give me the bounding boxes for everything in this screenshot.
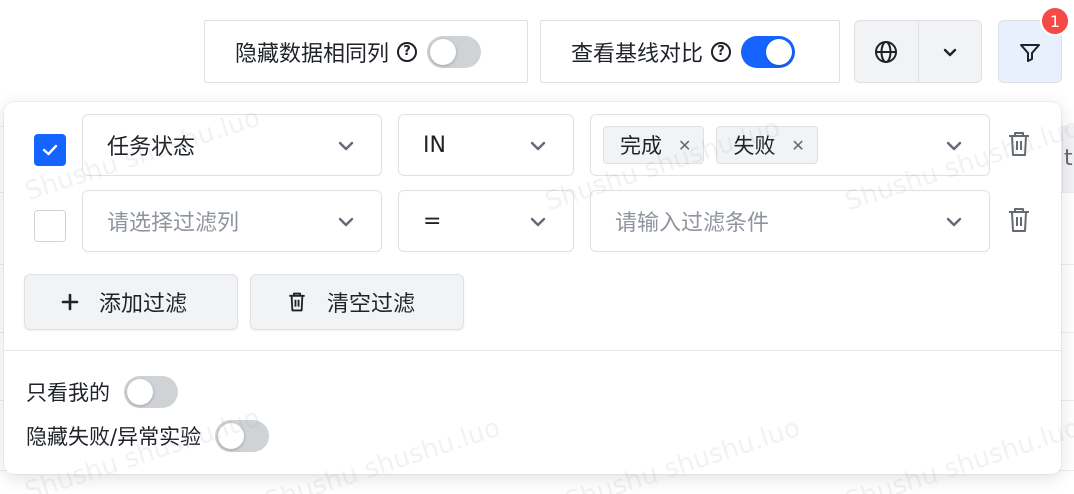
filter-column-select[interactable]: 任务状态 xyxy=(82,114,382,176)
hide-same-columns-label: 隐藏数据相同列 xyxy=(235,41,390,67)
trash-icon xyxy=(289,292,305,312)
switch-knob xyxy=(127,379,153,405)
chevron-down-icon xyxy=(530,217,546,227)
help-icon[interactable]: ? xyxy=(711,41,732,62)
filter-value-placeholder: 请输入过滤条件 xyxy=(615,211,770,236)
filter-column-value: 任务状态 xyxy=(107,135,196,160)
filter-value-select[interactable]: 完成 ✕ 失败 ✕ xyxy=(590,114,990,176)
switch-knob xyxy=(766,38,793,65)
filter-row-checkbox[interactable] xyxy=(34,210,66,242)
clear-filter-label: 清空过滤 xyxy=(327,292,416,317)
chevron-down-icon xyxy=(946,217,962,227)
filter-value-tag: 失败 ✕ xyxy=(716,126,818,164)
filter-operator-value: IN xyxy=(423,132,446,158)
chevron-down-icon xyxy=(338,141,354,151)
filter-icon xyxy=(1020,43,1040,62)
hide-same-columns-switch[interactable] xyxy=(427,35,482,68)
chevron-down-icon xyxy=(530,141,546,151)
only-mine-label: 只看我的 xyxy=(26,381,110,405)
switch-knob xyxy=(430,38,457,65)
filter-count-badge: 1 xyxy=(1040,6,1070,36)
help-icon[interactable]: ? xyxy=(397,41,418,62)
language-dropdown-button[interactable] xyxy=(917,21,981,82)
only-mine-option: 只看我的 xyxy=(26,376,178,408)
tag-label: 完成 xyxy=(620,134,662,158)
delete-row-icon[interactable] xyxy=(1006,206,1032,234)
language-split-button xyxy=(854,20,982,83)
only-mine-switch[interactable] xyxy=(124,376,178,408)
filter-operator-select[interactable]: = xyxy=(398,190,574,252)
chevron-down-icon xyxy=(943,48,957,56)
clear-filter-button[interactable]: 清空过滤 xyxy=(250,274,464,330)
hide-failed-switch[interactable] xyxy=(215,420,270,452)
switch-knob xyxy=(218,423,245,449)
tag-remove-icon[interactable]: ✕ xyxy=(678,136,691,155)
baseline-compare-switch[interactable] xyxy=(741,35,796,68)
hide-failed-option: 隐藏失败/异常实验 xyxy=(26,420,270,452)
filter-row: 请选择过滤列 = 请输入过滤条件 xyxy=(4,190,1061,252)
table-header-fragment: ti xyxy=(1064,146,1074,171)
filter-row: 任务状态 IN 完成 ✕ 失败 ✕ xyxy=(4,114,1061,176)
check-icon xyxy=(42,144,58,156)
chevron-down-icon xyxy=(338,217,354,227)
globe-icon xyxy=(875,40,898,63)
hide-same-columns-control: 隐藏数据相同列 ? xyxy=(204,20,528,83)
delete-row-icon[interactable] xyxy=(1006,130,1032,158)
tag-label: 失败 xyxy=(733,134,776,158)
add-filter-label: 添加过滤 xyxy=(99,292,188,317)
baseline-compare-control: 查看基线对比 ? xyxy=(540,20,840,83)
baseline-compare-label: 查看基线对比 xyxy=(571,41,704,67)
tag-remove-icon[interactable]: ✕ xyxy=(791,136,804,155)
plus-icon xyxy=(61,293,79,311)
filter-row-checkbox[interactable] xyxy=(34,134,66,166)
filter-operator-select[interactable]: IN xyxy=(398,114,574,176)
hide-failed-label: 隐藏失败/异常实验 xyxy=(26,425,202,449)
add-filter-button[interactable]: 添加过滤 xyxy=(24,274,238,330)
filter-operator-value: = xyxy=(423,208,442,234)
chevron-down-icon xyxy=(946,141,962,151)
panel-divider xyxy=(4,350,1061,351)
filter-column-select[interactable]: 请选择过滤列 xyxy=(82,190,382,252)
filter-popover: 任务状态 IN 完成 ✕ 失败 ✕ 请选择过滤列 = 请输入过滤条件 添加过滤 … xyxy=(4,102,1061,474)
filter-column-placeholder: 请选择过滤列 xyxy=(107,211,240,236)
filter-value-input[interactable]: 请输入过滤条件 xyxy=(590,190,990,252)
filter-value-tag: 完成 ✕ xyxy=(603,126,705,164)
globe-button[interactable] xyxy=(855,21,918,82)
